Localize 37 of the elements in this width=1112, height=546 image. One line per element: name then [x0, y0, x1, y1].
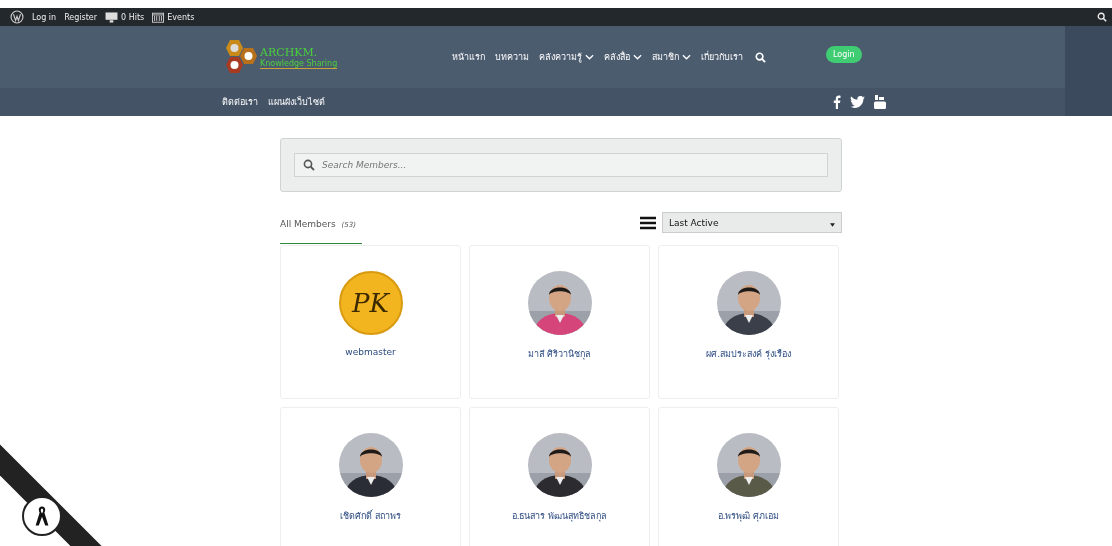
nav-link[interactable]: คลังความรู้	[539, 50, 594, 64]
wordpress-logo-icon[interactable]	[10, 10, 24, 24]
member-name[interactable]: อ.ธนสาร พัฒนสุทธิชลกุล	[511, 509, 608, 523]
nav-link[interactable]: เกี่ยวกับเรา	[701, 50, 743, 64]
member-name[interactable]: ผศ.สมประสงค์ รุ่งเรือง	[706, 347, 791, 361]
facebook-icon[interactable]	[833, 95, 841, 109]
chevron-down-icon	[633, 54, 642, 60]
search-field[interactable]: Search Members...	[294, 153, 828, 177]
nav-link[interactable]: คลังสื่อ	[604, 50, 642, 64]
menu-icon[interactable]	[640, 216, 656, 230]
member-name[interactable]: เชิดศักดิ์ สถาพร	[340, 509, 401, 523]
admin-bar-link[interactable]: Register	[64, 12, 98, 22]
member-name[interactable]: อ.พรพุฒิ ศุภเอม	[717, 509, 780, 523]
chevron-down-icon	[682, 54, 691, 60]
chevron-down-icon	[585, 54, 594, 60]
events-link[interactable]: Events	[152, 11, 195, 23]
nav-link[interactable]: หน้าแรก	[452, 50, 485, 64]
nav-link[interactable]: บทความ	[495, 50, 529, 64]
twitter-icon[interactable]	[850, 96, 865, 108]
ribbon-icon	[34, 504, 50, 528]
nav-link[interactable]: แผนผังเว็บไซต์	[268, 95, 325, 109]
hits-link[interactable]: 0 Hits	[105, 11, 145, 23]
search-icon[interactable]	[755, 51, 766, 63]
member-name[interactable]: webmaster	[345, 347, 396, 357]
logo-subtitle: Knowledge Sharing	[260, 58, 338, 68]
search-icon	[303, 159, 315, 171]
logo-title: ARCHKM.	[260, 45, 319, 59]
nav-link[interactable]: สมาชิก	[652, 50, 691, 64]
member-avatar: PK	[338, 271, 403, 335]
search-icon[interactable]	[1097, 12, 1107, 22]
admin-bar-link[interactable]: Log in	[32, 12, 57, 22]
monitor-icon	[105, 11, 119, 23]
caret-icon	[830, 222, 835, 227]
member-name[interactable]: มาลี ศิริวานิชกุล	[527, 347, 592, 361]
sort-dropdown[interactable]: Last Active	[662, 212, 842, 233]
nav-link[interactable]: ติดต่อเรา	[222, 95, 258, 109]
calendar-icon	[152, 11, 165, 23]
